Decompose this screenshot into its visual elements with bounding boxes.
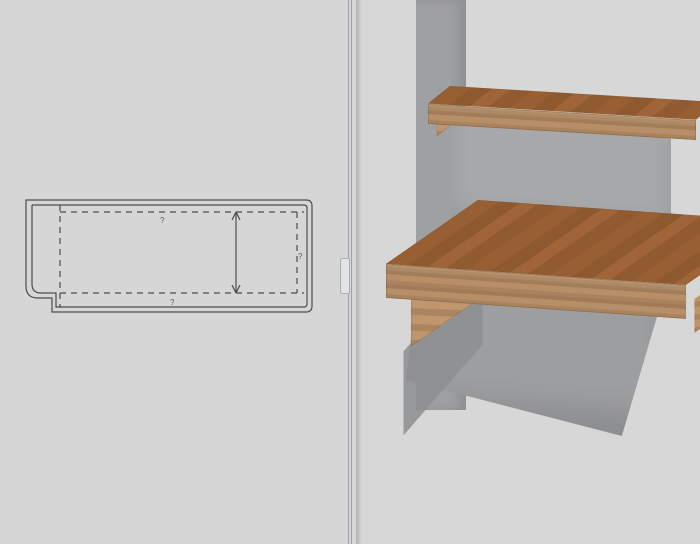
pane-splitter[interactable] [344, 0, 356, 544]
dim-label-b: ? [298, 252, 302, 261]
dim-label-c: ? [170, 298, 174, 307]
workspace: ? ? ? [0, 0, 700, 544]
plan-2d-pane[interactable]: ? ? ? [0, 0, 344, 544]
preview-3d-pane[interactable] [356, 0, 700, 544]
scene-edge-shadow [356, 0, 362, 544]
tread-plan-drawing [8, 194, 318, 324]
preview-3d-scene [356, 0, 700, 544]
tread-lower-side-notch [694, 284, 700, 333]
splitter-handle-icon[interactable] [340, 258, 350, 294]
dim-label-a: ? [160, 216, 164, 225]
